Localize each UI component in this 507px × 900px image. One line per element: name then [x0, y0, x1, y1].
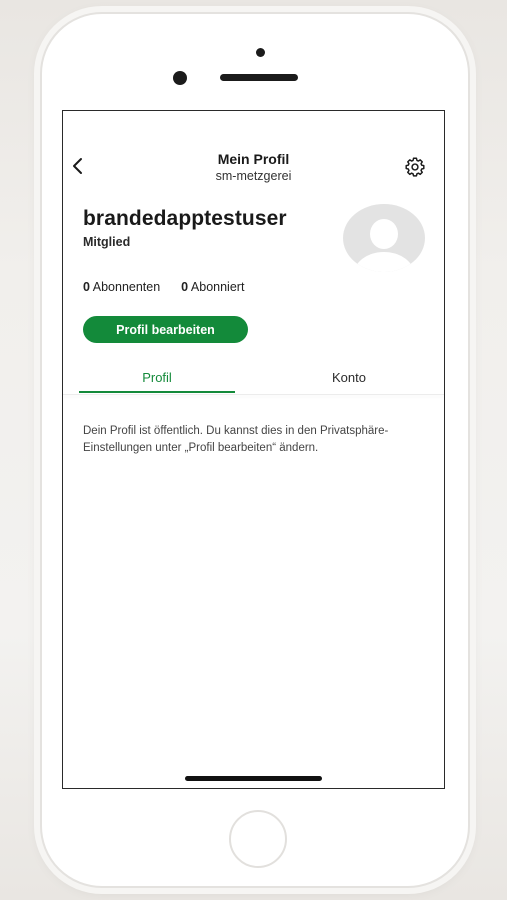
followers-count: 0 [83, 280, 90, 294]
earpiece-speaker [220, 74, 298, 81]
gear-icon[interactable] [404, 156, 426, 178]
app-screen: Mein Profil sm-metzgerei brandedapptestu… [62, 110, 445, 789]
tab-konto[interactable]: Konto [271, 360, 427, 394]
tabs-divider [63, 394, 444, 395]
page-subtitle: sm-metzgerei [215, 169, 292, 183]
active-tab-indicator [79, 391, 235, 393]
profile-tabs: Profil Konto [63, 360, 444, 394]
following-label[interactable]: Abonniert [191, 280, 245, 294]
profile-visibility-info: Dein Profil ist öffentlich. Du kannst di… [83, 425, 389, 454]
profile-stats: 0 Abonnenten 0 Abonniert [83, 280, 244, 294]
home-button[interactable] [229, 810, 287, 868]
front-camera [256, 48, 265, 57]
front-sensor [173, 71, 187, 85]
tab-profil[interactable]: Profil [79, 360, 235, 394]
followers-label[interactable]: Abonnenten [93, 280, 160, 294]
profile-username: brandedapptestuser [83, 207, 287, 230]
home-indicator [185, 776, 322, 781]
following-count: 0 [181, 280, 189, 294]
page-title: Mein Profil [217, 151, 290, 167]
edit-profile-button[interactable]: Profil bearbeiten [83, 316, 248, 343]
avatar[interactable] [343, 204, 425, 272]
profile-role: Mitglied [83, 235, 131, 249]
user-silhouette-icon [354, 219, 414, 272]
